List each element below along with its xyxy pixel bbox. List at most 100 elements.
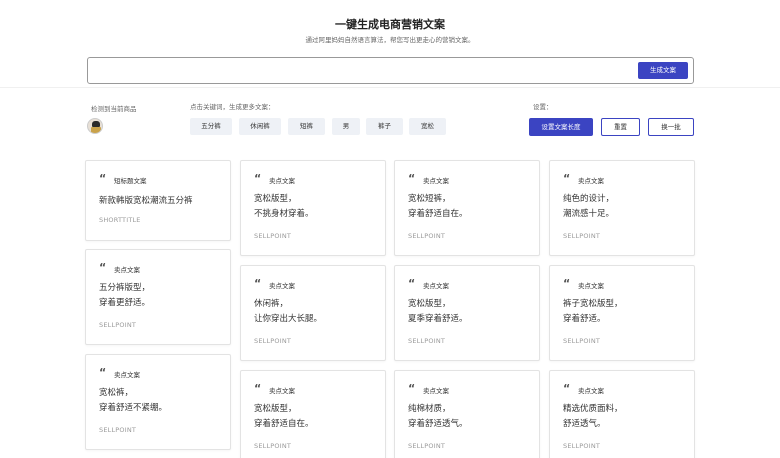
keyword-input[interactable]	[94, 62, 634, 80]
copy-card[interactable]: “ 短标题文案 新款韩版宽松潮流五分裤 SHORTTITLE	[85, 160, 231, 241]
card-line: 穿着舒适自在。	[408, 209, 468, 219]
quote-icon: “	[563, 172, 571, 185]
card-tag: SELLPOINT	[408, 442, 446, 450]
card-text: 宽松版型， 不挑身材穿着。	[254, 192, 379, 222]
copy-card[interactable]: “ 卖点文案 宽松版型， 穿着舒适自在。 SELLPOINT	[240, 370, 386, 458]
card-type-label: 卖点文案	[423, 282, 449, 290]
generator-bar: 生成文案	[87, 57, 694, 84]
card-line: 宽松裤，	[99, 388, 134, 398]
set-length-button[interactable]: 设置文案长度	[529, 118, 593, 136]
card-tag: SELLPOINT	[563, 337, 601, 345]
keyword-tag[interactable]: 男	[332, 118, 360, 135]
card-line: 纯棉材质，	[408, 404, 451, 414]
card-text: 纯棉材质， 穿着舒适透气。	[408, 402, 533, 432]
copy-card[interactable]: “ 卖点文案 五分裤版型， 穿着更舒适。 SELLPOINT	[85, 249, 231, 345]
card-tag: SHORTTITLE	[99, 216, 141, 224]
card-type-label: 卖点文案	[269, 387, 295, 395]
card-line: 宽松版型，	[254, 194, 297, 204]
quote-icon: “	[408, 382, 416, 395]
card-line: 不挑身材穿着。	[254, 209, 314, 219]
card-type-label: 短标题文案	[114, 177, 147, 185]
quote-icon: “	[99, 261, 107, 274]
card-type-label: 卖点文案	[423, 177, 449, 185]
card-line: 五分裤版型，	[99, 283, 151, 293]
card-line: 休闲裤，	[254, 299, 289, 309]
keyword-tag[interactable]: 五分裤	[190, 118, 232, 135]
quote-icon: “	[563, 382, 571, 395]
card-text: 宽松版型， 穿着舒适自在。	[254, 402, 379, 432]
card-tag: SELLPOINT	[408, 232, 446, 240]
card-tag: SELLPOINT	[563, 442, 601, 450]
card-text: 纯色的设计， 潮流感十足。	[563, 192, 688, 222]
card-tag: SELLPOINT	[99, 321, 137, 329]
card-type-label: 卖点文案	[269, 282, 295, 290]
generate-button[interactable]: 生成文案	[638, 62, 688, 79]
card-type-label: 卖点文案	[423, 387, 449, 395]
card-line: 潮流感十足。	[563, 209, 615, 219]
card-line: 穿着舒适自在。	[254, 419, 314, 429]
card-text: 裤子宽松版型， 穿着舒适。	[563, 297, 688, 327]
card-line: 穿着舒适不紧绷。	[99, 403, 168, 413]
quote-icon: “	[408, 172, 416, 185]
card-type-label: 卖点文案	[578, 282, 604, 290]
copy-card[interactable]: “ 卖点文案 宽松裤， 穿着舒适不紧绷。 SELLPOINT	[85, 354, 231, 450]
card-line: 夏季穿着舒适。	[408, 314, 468, 324]
card-line: 纯色的设计，	[563, 194, 615, 204]
card-tag: SELLPOINT	[99, 426, 137, 434]
settings-label: 设置：	[533, 103, 553, 111]
card-line: 穿着舒适透气。	[408, 419, 468, 429]
copy-card[interactable]: “ 卖点文案 宽松版型， 不挑身材穿着。 SELLPOINT	[240, 160, 386, 256]
quote-icon: “	[254, 172, 262, 185]
card-line: 穿着更舒适。	[99, 298, 151, 308]
card-type-label: 卖点文案	[269, 177, 295, 185]
quote-icon: “	[99, 366, 107, 379]
keyword-tag[interactable]: 裤子	[366, 118, 403, 135]
card-tag: SELLPOINT	[563, 232, 601, 240]
card-type-label: 卖点文案	[114, 266, 140, 274]
keywords-label: 点击关键词，生成更多文案：	[190, 103, 275, 111]
product-thumbnail[interactable]	[87, 118, 103, 134]
keyword-tag[interactable]: 休闲裤	[239, 118, 281, 135]
card-text: 休闲裤， 让你穿出大长腿。	[254, 297, 379, 327]
refresh-button[interactable]: 换一批	[648, 118, 694, 136]
card-line: 穿着舒适。	[563, 314, 606, 324]
copy-card[interactable]: “ 卖点文案 裤子宽松版型， 穿着舒适。 SELLPOINT	[549, 265, 695, 361]
card-line: 舒适透气。	[563, 419, 606, 429]
card-line: 宽松短裤，	[408, 194, 451, 204]
keyword-tag[interactable]: 短裤	[288, 118, 325, 135]
card-line: 宽松版型，	[408, 299, 451, 309]
card-text: 宽松短裤， 穿着舒适自在。	[408, 192, 533, 222]
page-title: 一键生成电商营销文案	[335, 18, 445, 31]
card-text: 宽松裤， 穿着舒适不紧绷。	[99, 386, 224, 416]
card-text: 新款韩版宽松潮流五分裤	[99, 194, 224, 209]
product-image-bottom	[91, 127, 101, 133]
card-line: 让你穿出大长腿。	[254, 314, 323, 324]
card-type-label: 卖点文案	[578, 387, 604, 395]
card-tag: SELLPOINT	[254, 442, 292, 450]
reset-button[interactable]: 重置	[601, 118, 640, 136]
keyword-tag[interactable]: 宽松	[409, 118, 446, 135]
card-type-label: 卖点文案	[114, 371, 140, 379]
card-text: 宽松版型， 夏季穿着舒适。	[408, 297, 533, 327]
quote-icon: “	[563, 277, 571, 290]
card-line: 新款韩版宽松潮流五分裤	[99, 196, 193, 206]
page-subtitle: 通过阿里妈妈自然语言算法，帮您写出更走心的营销文案。	[305, 36, 475, 44]
copy-card[interactable]: “ 卖点文案 纯棉材质， 穿着舒适透气。 SELLPOINT	[394, 370, 540, 458]
quote-icon: “	[254, 277, 262, 290]
quote-icon: “	[408, 277, 416, 290]
copy-card[interactable]: “ 卖点文案 宽松版型， 夏季穿着舒适。 SELLPOINT	[394, 265, 540, 361]
card-tag: SELLPOINT	[254, 337, 292, 345]
card-line: 宽松版型，	[254, 404, 297, 414]
card-tag: SELLPOINT	[254, 232, 292, 240]
card-text: 精选优质面料， 舒适透气。	[563, 402, 688, 432]
quote-icon: “	[254, 382, 262, 395]
copy-card[interactable]: “ 卖点文案 精选优质面料， 舒适透气。 SELLPOINT	[549, 370, 695, 458]
card-type-label: 卖点文案	[578, 177, 604, 185]
quote-icon: “	[99, 172, 107, 185]
page-header: 一键生成电商营销文案 通过阿里妈妈自然语言算法，帮您写出更走心的营销文案。 生成…	[0, 0, 780, 88]
card-line: 精选优质面料，	[563, 404, 623, 414]
card-line: 裤子宽松版型，	[563, 299, 623, 309]
copy-card[interactable]: “ 卖点文案 宽松短裤， 穿着舒适自在。 SELLPOINT	[394, 160, 540, 256]
copy-card[interactable]: “ 卖点文案 休闲裤， 让你穿出大长腿。 SELLPOINT	[240, 265, 386, 361]
copy-card[interactable]: “ 卖点文案 纯色的设计， 潮流感十足。 SELLPOINT	[549, 160, 695, 256]
